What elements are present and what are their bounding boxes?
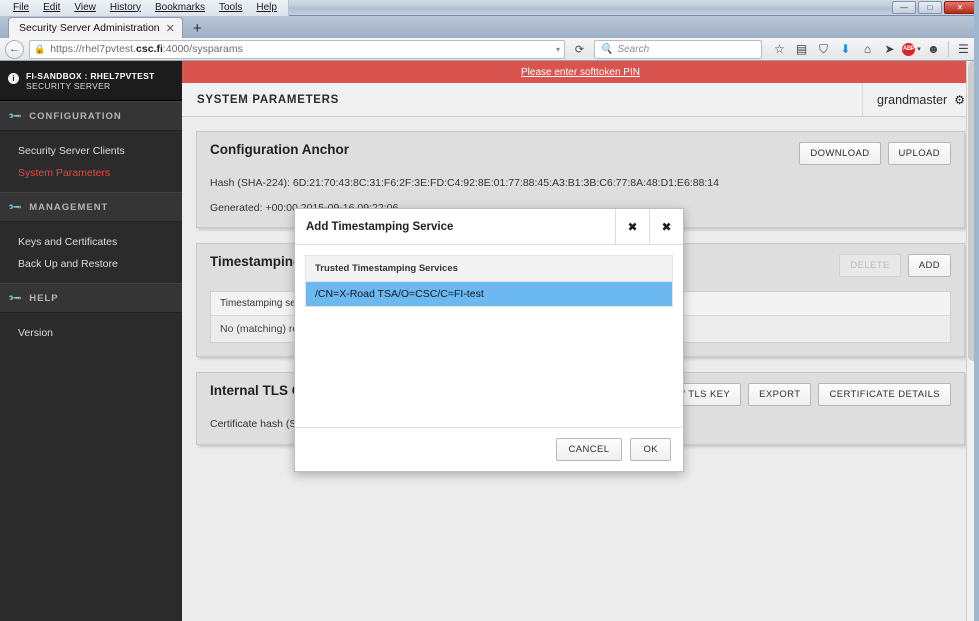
- add-timestamping-service-dialog: Add Timestamping Service ✖ ✖ Trusted Tim…: [294, 208, 684, 472]
- panel-actions: DELETE ADD: [839, 254, 951, 278]
- page-header: SYSTEM PARAMETERS grandmaster ⚙: [182, 82, 979, 117]
- app-sidebar: i FI-SANDBOX : RHEL7PVTEST SECURITY SERV…: [0, 61, 182, 621]
- panel-title: Configuration Anchor: [210, 142, 349, 157]
- toolbar-divider: [948, 41, 949, 57]
- dialog-footer: CANCEL OK: [295, 427, 683, 471]
- list-column-header: Trusted Timestamping Services: [306, 256, 672, 282]
- ok-button[interactable]: OK: [630, 438, 671, 461]
- dialog-header: Add Timestamping Service ✖ ✖: [295, 209, 683, 245]
- hamburger-menu-icon[interactable]: ☰: [953, 39, 974, 59]
- window-controls: — □ ✕: [892, 1, 976, 14]
- sidebar-links-help: Version: [0, 313, 182, 352]
- sidebar-item-keys-and-certificates[interactable]: Keys and Certificates: [0, 231, 182, 253]
- sidebar-group-help: 🔧 HELP: [0, 283, 182, 313]
- add-timestamping-button[interactable]: ADD: [907, 254, 951, 278]
- sidebar-item-security-server-clients[interactable]: Security Server Clients: [0, 140, 182, 162]
- browser-window: File Edit View History Bookmarks Tools H…: [0, 0, 979, 621]
- trusted-services-list: Trusted Timestamping Services /CN=X-Road…: [305, 255, 673, 307]
- back-button[interactable]: ←: [5, 39, 24, 59]
- navigation-toolbar: ← 🔒 https://rhel7pvtest.csc.fi:4000/sysp…: [0, 38, 979, 61]
- page-title: SYSTEM PARAMETERS: [197, 93, 340, 106]
- panel-header: Configuration Anchor DOWNLOAD UPLOAD: [210, 142, 951, 166]
- tab-security-server-administration[interactable]: Security Server Administration ✕: [8, 17, 183, 38]
- tab-strip: Security Server Administration ✕ +: [0, 16, 979, 38]
- info-circle-icon: i: [8, 73, 19, 84]
- wrench-icon: 🔧: [7, 290, 23, 306]
- search-placeholder: Search: [617, 43, 650, 55]
- sidebar-links-management: Keys and Certificates Back Up and Restor…: [0, 222, 182, 283]
- menu-bar: File Edit View History Bookmarks Tools H…: [0, 0, 289, 16]
- menu-help[interactable]: Help: [249, 0, 284, 16]
- window-edge: [974, 0, 979, 621]
- menu-tools[interactable]: Tools: [212, 0, 249, 16]
- minimize-button[interactable]: —: [892, 1, 916, 14]
- dialog-close-icon-secondary[interactable]: ✖: [649, 209, 683, 244]
- downloads-icon[interactable]: ⬇: [835, 39, 856, 59]
- certificate-details-button[interactable]: CERTIFICATE DETAILS: [818, 383, 951, 407]
- anchor-hash: Hash (SHA-224): 6D:21:70:43:8C:31:F6:2F:…: [210, 177, 719, 189]
- wrench-icon: 🔧: [7, 108, 23, 124]
- window-title-bar: File Edit View History Bookmarks Tools H…: [0, 0, 979, 16]
- username-label: grandmaster: [877, 92, 948, 107]
- menu-view[interactable]: View: [67, 0, 103, 16]
- sidebar-group-label: CONFIGURATION: [29, 111, 122, 122]
- tab-label: Security Server Administration: [19, 22, 160, 34]
- sidebar-server-name: FI-SANDBOX : RHEL7PVTEST: [26, 71, 155, 81]
- sidebar-server-role: SECURITY SERVER: [26, 81, 111, 91]
- menu-history[interactable]: History: [103, 0, 148, 16]
- page-viewport: i FI-SANDBOX : RHEL7PVTEST SECURITY SERV…: [0, 61, 979, 621]
- maximize-button[interactable]: □: [918, 1, 942, 14]
- sidebar-item-version[interactable]: Version: [0, 322, 182, 344]
- search-icon: 🔍: [600, 43, 613, 55]
- chat-icon[interactable]: ☻: [923, 39, 944, 59]
- dialog-body: Trusted Timestamping Services /CN=X-Road…: [295, 245, 683, 427]
- lock-icon: 🔒: [34, 43, 46, 54]
- chevron-down-icon[interactable]: ▾: [556, 45, 560, 54]
- sidebar-group-configuration: 🔧 CONFIGURATION: [0, 101, 182, 131]
- home-icon[interactable]: ⌂: [857, 39, 878, 59]
- upload-anchor-button[interactable]: UPLOAD: [887, 142, 951, 165]
- wrench-icon: 🔧: [7, 199, 23, 215]
- search-input[interactable]: 🔍 Search: [594, 39, 762, 59]
- gear-icon[interactable]: ⚙: [954, 93, 965, 107]
- bookmark-star-icon[interactable]: ☆: [769, 39, 790, 59]
- tab-close-icon[interactable]: ✕: [166, 22, 175, 35]
- sidebar-group-label: MANAGEMENT: [29, 202, 109, 213]
- url-text: https://rhel7pvtest.csc.fi:4000/sysparam…: [50, 43, 243, 55]
- sidebar-header: i FI-SANDBOX : RHEL7PVTEST SECURITY SERV…: [0, 61, 182, 101]
- reload-button[interactable]: ⟳: [570, 40, 589, 59]
- main-content: Please enter softtoken PIN SYSTEM PARAME…: [182, 61, 979, 621]
- panel-actions: DOWNLOAD UPLOAD: [799, 142, 951, 165]
- sidebar-group-management: 🔧 MANAGEMENT: [0, 192, 182, 222]
- dialog-close-icon-primary[interactable]: ✖: [615, 209, 649, 244]
- sidebar-group-label: HELP: [29, 293, 59, 304]
- user-menu[interactable]: grandmaster ⚙: [862, 82, 979, 117]
- cancel-button[interactable]: CANCEL: [555, 438, 623, 461]
- sidebar-item-system-parameters[interactable]: System Parameters: [0, 162, 182, 184]
- menu-bookmarks[interactable]: Bookmarks: [148, 0, 212, 16]
- new-tab-button[interactable]: +: [193, 21, 202, 36]
- list-item[interactable]: /CN=X-Road TSA/O=CSC/C=FI-test: [306, 282, 672, 306]
- menu-file[interactable]: File: [6, 0, 36, 16]
- softtoken-pin-link[interactable]: Please enter softtoken PIN: [521, 67, 640, 78]
- sidebar-item-back-up-and-restore[interactable]: Back Up and Restore: [0, 253, 182, 275]
- menu-edit[interactable]: Edit: [36, 0, 67, 16]
- download-anchor-button[interactable]: DOWNLOAD: [799, 142, 881, 165]
- reader-list-icon[interactable]: ▤: [791, 39, 812, 59]
- delete-timestamping-button[interactable]: DELETE: [839, 254, 901, 278]
- toolbar-icons: ☆ ▤ ⛉ ⬇ ⌂ ➤ ABP ▾ ☻ ☰: [769, 39, 974, 59]
- close-window-button[interactable]: ✕: [944, 1, 976, 14]
- dialog-title: Add Timestamping Service: [306, 220, 454, 233]
- export-tls-button[interactable]: EXPORT: [748, 383, 812, 407]
- url-bar[interactable]: 🔒 https://rhel7pvtest.csc.fi:4000/syspar…: [29, 39, 565, 59]
- sidebar-links-configuration: Security Server Clients System Parameter…: [0, 131, 182, 192]
- adblock-plus-icon[interactable]: ABP ▾: [901, 39, 922, 59]
- pocket-icon[interactable]: ⛉: [813, 39, 834, 59]
- alert-banner: Please enter softtoken PIN: [182, 61, 979, 83]
- sync-send-icon[interactable]: ➤: [879, 39, 900, 59]
